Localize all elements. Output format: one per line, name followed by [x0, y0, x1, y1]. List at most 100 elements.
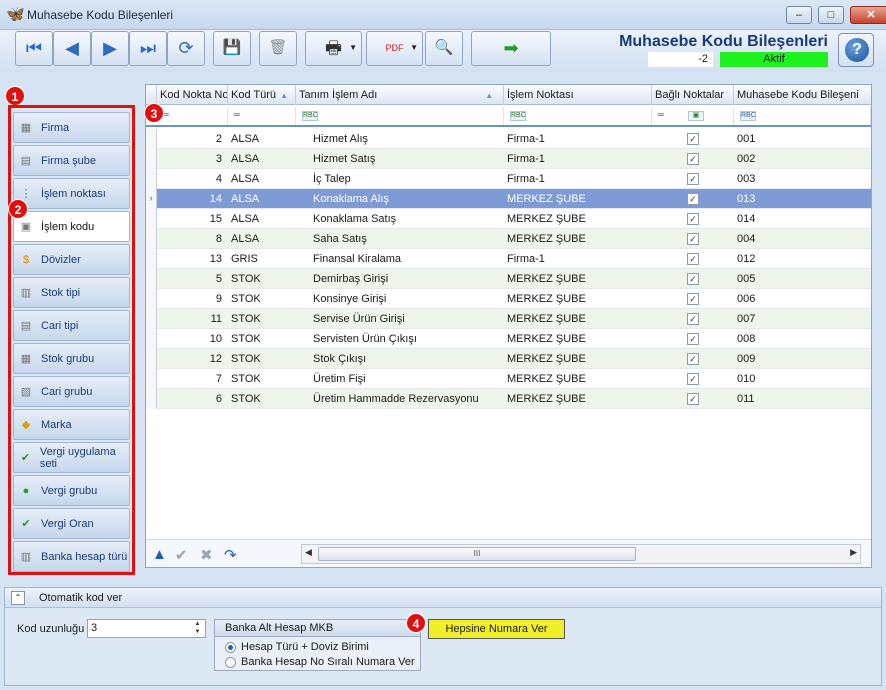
- cell-nokta[interactable]: MERKEZ ŞUBE: [504, 209, 650, 229]
- cell-no[interactable]: 14: [157, 189, 225, 209]
- cell-nokta[interactable]: MERKEZ ŞUBE: [504, 269, 650, 289]
- cell-kod[interactable]: 010: [734, 369, 869, 389]
- row-indicator[interactable]: ›: [146, 189, 157, 209]
- bagli-checkbox[interactable]: ✓: [687, 273, 699, 285]
- row-indicator[interactable]: [146, 269, 157, 289]
- radio-account-type-currency[interactable]: Hesap Türü + Doviz Birimi: [225, 641, 369, 653]
- sidebar-item-banka-hesap-turu[interactable]: ▥ Banka hesap türü: [13, 541, 130, 572]
- scroll-right-icon[interactable]: ▶: [850, 547, 857, 558]
- cell-kod[interactable]: 006: [734, 289, 869, 309]
- export-pdf-button[interactable]: PDF ▼: [366, 31, 423, 66]
- sidebar-item-dovizler[interactable]: $ Dövizler: [13, 244, 130, 275]
- cell-ad[interactable]: Üretim Fişi: [296, 369, 502, 389]
- filter-equals-icon[interactable]: ═: [228, 107, 296, 125]
- sidebar-item-marka[interactable]: ◆ Marka: [13, 409, 130, 440]
- sidebar-item-vergi-uygulama-seti[interactable]: ✔ Vergi uygulama seti: [13, 442, 130, 473]
- radio-bank-account-sequential[interactable]: Banka Hesap No Sıralı Numara Ver: [225, 656, 415, 668]
- cell-tur[interactable]: STOK: [228, 329, 294, 349]
- minimize-button[interactable]: –: [786, 6, 812, 24]
- cell-no[interactable]: 10: [157, 329, 225, 349]
- cell-nokta[interactable]: MERKEZ ŞUBE: [504, 189, 650, 209]
- delete-button[interactable]: 🗑: [259, 31, 297, 66]
- print-button[interactable]: 🖶 ▼: [305, 31, 362, 66]
- cell-kod[interactable]: 009: [734, 349, 869, 369]
- filter-text-icon[interactable]: RBC: [504, 107, 652, 125]
- cell-no[interactable]: 3: [157, 149, 225, 169]
- table-row[interactable]: 5 STOK Demirbaş Girişi MERKEZ ŞUBE 005 ✓: [146, 269, 871, 289]
- row-indicator[interactable]: [146, 309, 157, 329]
- column-header-kod-turu[interactable]: Kod Türü ▲: [228, 85, 296, 105]
- cell-tur[interactable]: STOK: [228, 389, 294, 409]
- cell-ad[interactable]: İç Talep: [296, 169, 502, 189]
- table-row[interactable]: 10 STOK Servisten Ürün Çıkışı MERKEZ ŞUBE 00…: [146, 329, 871, 349]
- table-row[interactable]: 6 STOK Üretim Hammadde Rezervasyonu MERKEZ …: [146, 389, 871, 409]
- bagli-checkbox[interactable]: ✓: [687, 333, 699, 345]
- scrollbar-thumb[interactable]: III: [318, 547, 636, 561]
- number-all-button[interactable]: Hepsine Numara Ver: [428, 619, 565, 639]
- bagli-checkbox[interactable]: ✓: [687, 313, 699, 325]
- table-row[interactable]: 13 GRIS Finansal Kiralama Firma-1 012 ✓: [146, 249, 871, 269]
- cell-no[interactable]: 9: [157, 289, 225, 309]
- table-row[interactable]: › 14 ALSA Konaklama Alış MERKEZ ŞUBE 013 ✓: [146, 189, 871, 209]
- row-indicator[interactable]: [146, 169, 157, 189]
- column-header-tanim-islem-adi[interactable]: Tanım İşlem Adı ▲: [296, 85, 504, 105]
- cell-no[interactable]: 4: [157, 169, 225, 189]
- row-indicator[interactable]: [146, 129, 157, 149]
- cell-tur[interactable]: GRIS: [228, 249, 294, 269]
- sidebar-item-vergi-grubu[interactable]: ● Vergi grubu: [13, 475, 130, 506]
- cell-ad[interactable]: Servisten Ürün Çıkışı: [296, 329, 502, 349]
- cell-kod[interactable]: 004: [734, 229, 869, 249]
- bagli-checkbox[interactable]: ✓: [687, 373, 699, 385]
- cell-kod[interactable]: 002: [734, 149, 869, 169]
- last-record-button[interactable]: ⏭: [129, 31, 167, 66]
- table-row[interactable]: 3 ALSA Hizmet Satış Firma-1 002 ✓: [146, 149, 871, 169]
- maximize-button[interactable]: □: [818, 6, 844, 24]
- cell-kod[interactable]: 012: [734, 249, 869, 269]
- close-window-button[interactable]: ✕: [850, 6, 886, 24]
- table-row[interactable]: 15 ALSA Konaklama Satış MERKEZ ŞUBE 014 ✓: [146, 209, 871, 229]
- row-indicator[interactable]: [146, 329, 157, 349]
- cell-nokta[interactable]: MERKEZ ŞUBE: [504, 229, 650, 249]
- cell-no[interactable]: 15: [157, 209, 225, 229]
- cell-kod[interactable]: 013: [734, 189, 869, 209]
- sidebar-item-islem-kodu[interactable]: ▣ İşlem kodu: [13, 211, 130, 242]
- move-up-icon[interactable]: ▲: [152, 546, 167, 563]
- cell-nokta[interactable]: MERKEZ ŞUBE: [504, 389, 650, 409]
- filter-equals-icon[interactable]: ═: [157, 107, 228, 125]
- cell-nokta[interactable]: MERKEZ ŞUBE: [504, 289, 650, 309]
- bagli-checkbox[interactable]: ✓: [687, 173, 699, 185]
- horizontal-scrollbar[interactable]: ◀ III ▶: [301, 544, 861, 564]
- column-header-kod-nokta-no[interactable]: Kod Nokta No: [157, 85, 228, 105]
- cell-tur[interactable]: STOK: [228, 289, 294, 309]
- refresh-button[interactable]: ⟳: [167, 31, 205, 66]
- cell-ad[interactable]: Servise Ürün Girişi: [296, 309, 502, 329]
- cell-no[interactable]: 12: [157, 349, 225, 369]
- cell-nokta[interactable]: MERKEZ ŞUBE: [504, 369, 650, 389]
- code-length-input[interactable]: 3: [87, 619, 206, 638]
- confirm-icon[interactable]: ✔: [175, 546, 188, 564]
- cell-ad[interactable]: Hizmet Satış: [296, 149, 502, 169]
- bagli-checkbox[interactable]: ✓: [687, 213, 699, 225]
- cell-ad[interactable]: Finansal Kiralama: [296, 249, 502, 269]
- cell-no[interactable]: 7: [157, 369, 225, 389]
- cell-ad[interactable]: Stok Çıkışı: [296, 349, 502, 369]
- row-indicator[interactable]: [146, 349, 157, 369]
- cell-nokta[interactable]: Firma-1: [504, 249, 650, 269]
- sidebar-item-firma-sube[interactable]: ▤ Firma şube: [13, 145, 130, 176]
- cell-kod[interactable]: 007: [734, 309, 869, 329]
- search-button[interactable]: 🔍: [425, 31, 463, 66]
- help-button[interactable]: ?: [838, 33, 874, 67]
- cell-nokta[interactable]: MERKEZ ŞUBE: [504, 349, 650, 369]
- sidebar-item-vergi-oran[interactable]: ✔ Vergi Oran: [13, 508, 130, 539]
- previous-record-button[interactable]: ◀: [53, 31, 91, 66]
- cell-ad[interactable]: Saha Satış: [296, 229, 502, 249]
- bagli-checkbox[interactable]: ✓: [687, 153, 699, 165]
- cell-nokta[interactable]: MERKEZ ŞUBE: [504, 309, 650, 329]
- cell-tur[interactable]: ALSA: [228, 189, 294, 209]
- cell-ad[interactable]: Konaklama Satış: [296, 209, 502, 229]
- row-indicator[interactable]: [146, 229, 157, 249]
- column-header-islem-noktasi[interactable]: İşlem Noktası: [504, 85, 652, 105]
- cell-tur[interactable]: ALSA: [228, 149, 294, 169]
- cell-tur[interactable]: STOK: [228, 269, 294, 289]
- cell-ad[interactable]: Konaklama Alış: [296, 189, 502, 209]
